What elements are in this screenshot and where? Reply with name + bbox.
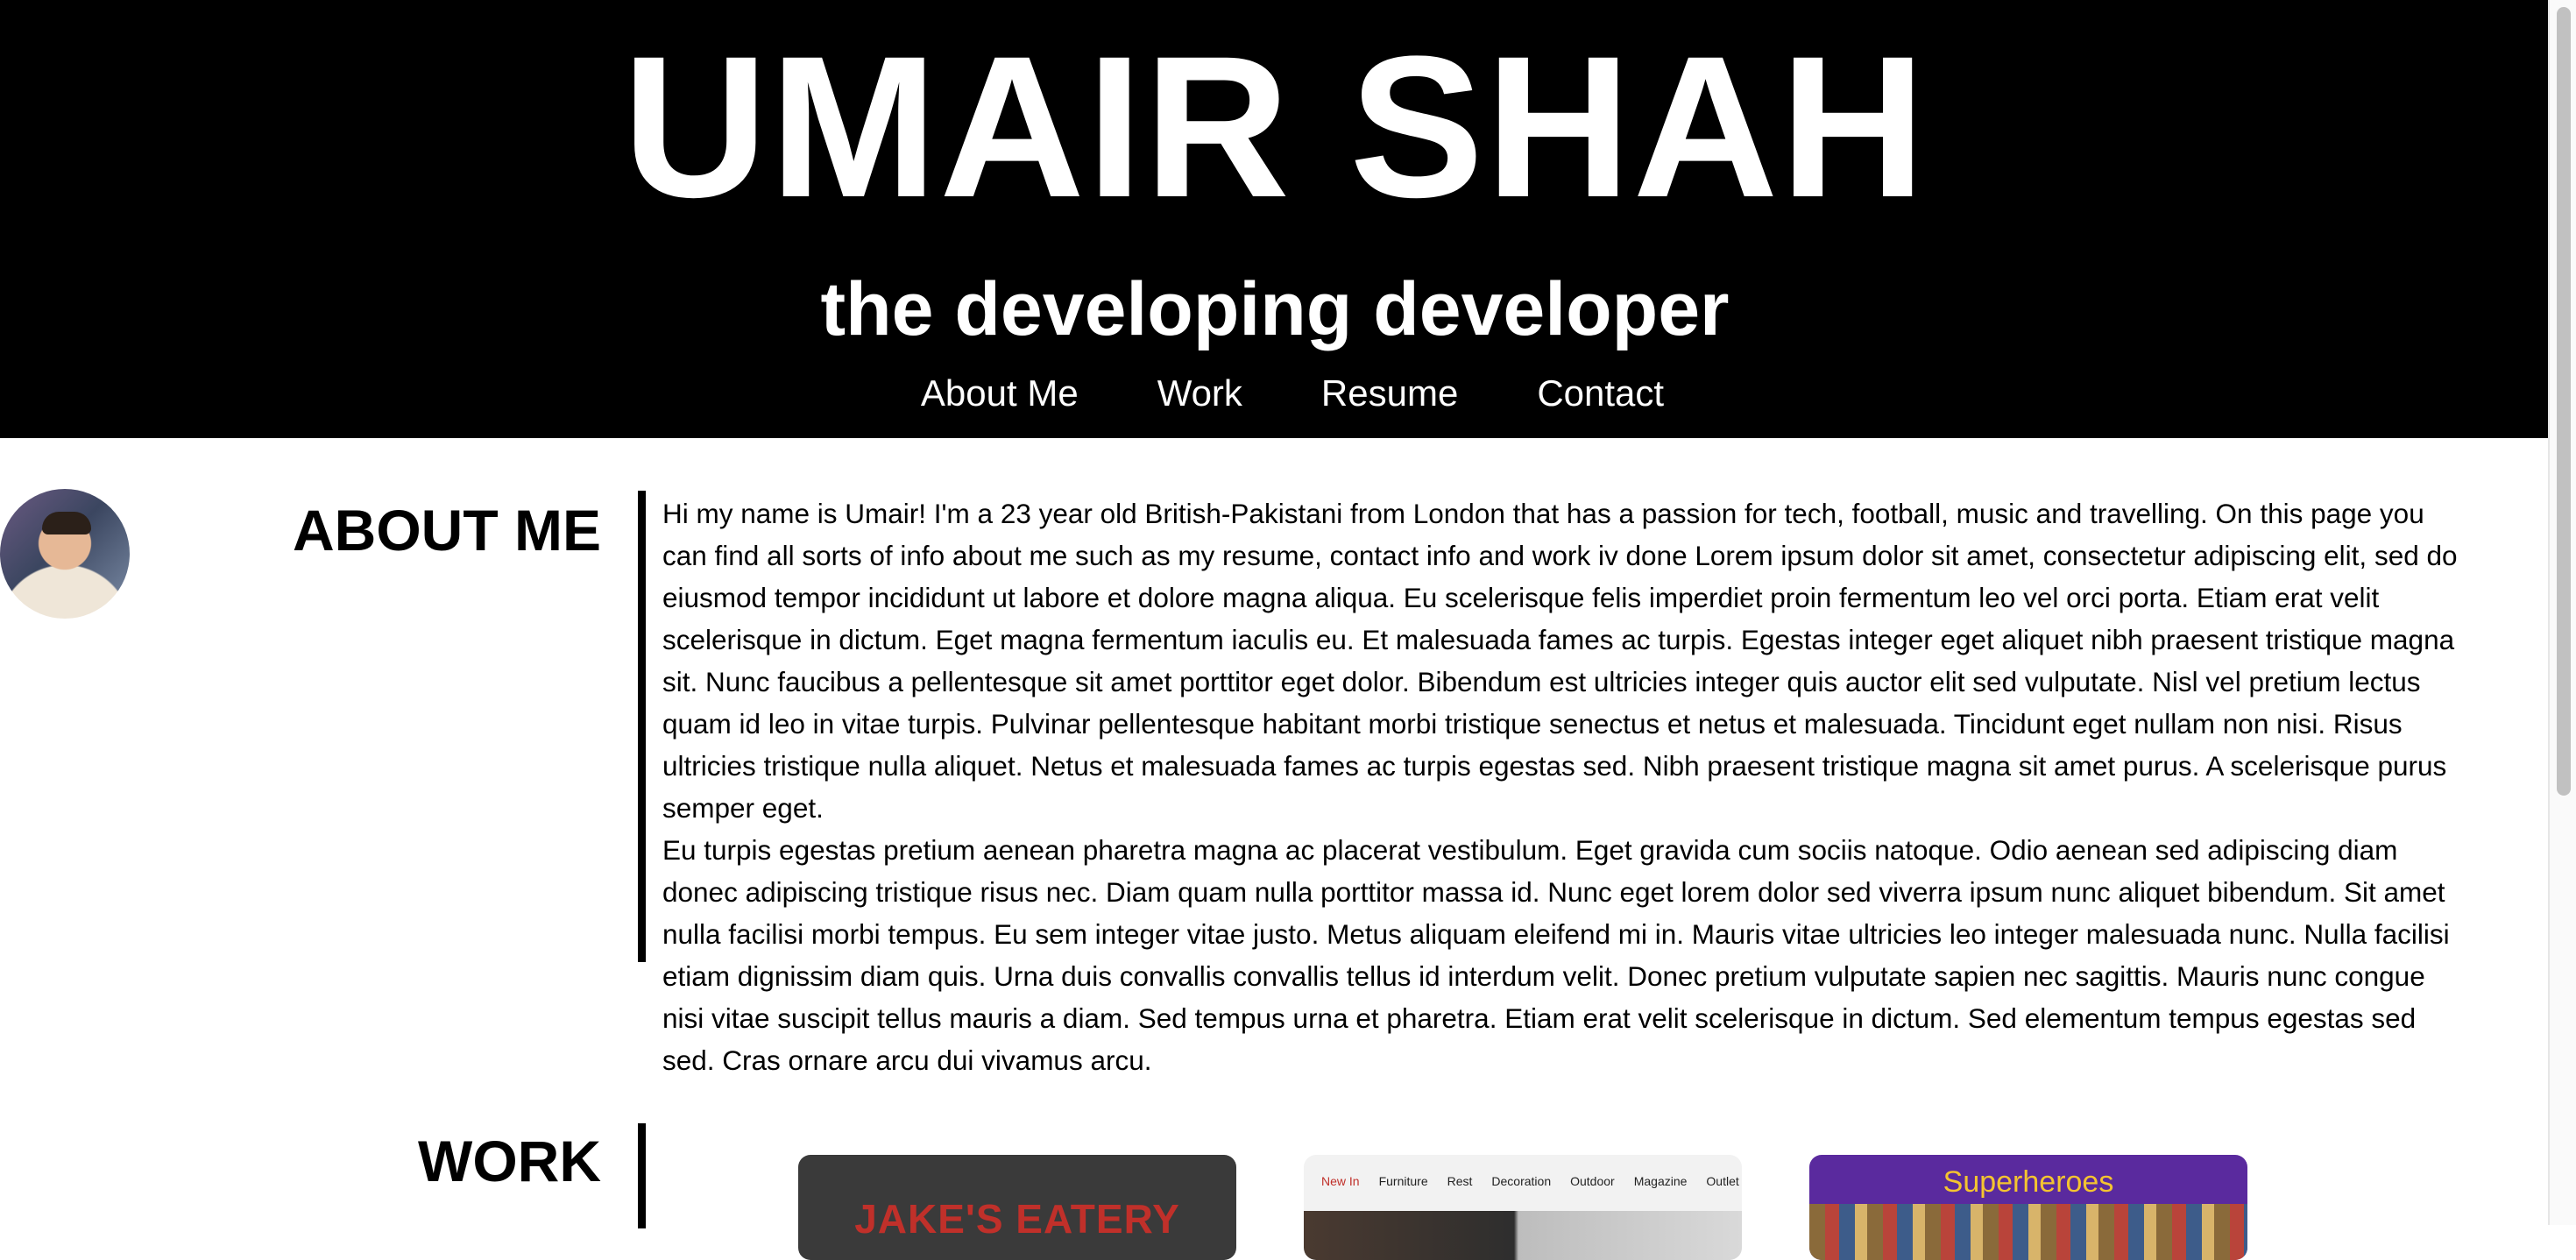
about-paragraph-2: Eu turpis egestas pretium aenean pharetr… xyxy=(662,834,2450,1076)
work-card-superheroes[interactable]: Superheroes xyxy=(1809,1155,2247,1260)
work-divider xyxy=(638,1123,646,1228)
profile-avatar xyxy=(0,489,130,619)
about-heading: ABOUT ME xyxy=(293,498,601,563)
nav-link-about-me[interactable]: About Me xyxy=(921,375,1079,412)
card-nav-item: Outlet xyxy=(1706,1174,1739,1188)
work-card-title: Superheroes xyxy=(1943,1165,2114,1199)
scrollbar[interactable] xyxy=(2548,0,2576,1225)
scrollbar-thumb[interactable] xyxy=(2557,7,2571,796)
about-text: Hi my name is Umair! I'm a 23 year old B… xyxy=(662,492,2459,1081)
work-card-nav: New In Furniture Rest Decoration Outdoor… xyxy=(1321,1174,1739,1188)
site-header: UMAIR SHAH the developing developer Abou… xyxy=(0,0,2550,438)
card-nav-item: Magazine xyxy=(1633,1174,1688,1188)
nav-link-contact[interactable]: Contact xyxy=(1537,375,1664,412)
site-tagline: the developing developer xyxy=(820,267,1730,351)
card-nav-item: Furniture xyxy=(1378,1174,1428,1188)
about-divider xyxy=(638,491,646,962)
card-nav-item: Outdoor xyxy=(1570,1174,1615,1188)
card-nav-item: Decoration xyxy=(1491,1174,1552,1188)
card-nav-item: New In xyxy=(1321,1174,1360,1188)
work-card-furniture-store[interactable]: New In Furniture Rest Decoration Outdoor… xyxy=(1304,1155,1742,1260)
card-nav-item: Rest xyxy=(1447,1174,1473,1188)
work-card-title: JAKE'S EATERY xyxy=(854,1196,1180,1242)
work-heading: WORK xyxy=(418,1129,601,1193)
site-title: UMAIR SHAH xyxy=(622,14,1928,239)
avatar-hair xyxy=(42,512,91,534)
work-card-jakes-eatery[interactable]: JAKE'S EATERY xyxy=(798,1155,1236,1260)
work-card-hero-image xyxy=(1304,1211,1742,1260)
work-card-hero-image xyxy=(1809,1204,2247,1260)
about-paragraph-1: Hi my name is Umair! I'm a 23 year old B… xyxy=(662,498,2458,824)
main-nav: About Me Work Resume Contact xyxy=(0,375,2550,412)
nav-link-work[interactable]: Work xyxy=(1157,375,1242,412)
nav-link-resume[interactable]: Resume xyxy=(1321,375,1458,412)
